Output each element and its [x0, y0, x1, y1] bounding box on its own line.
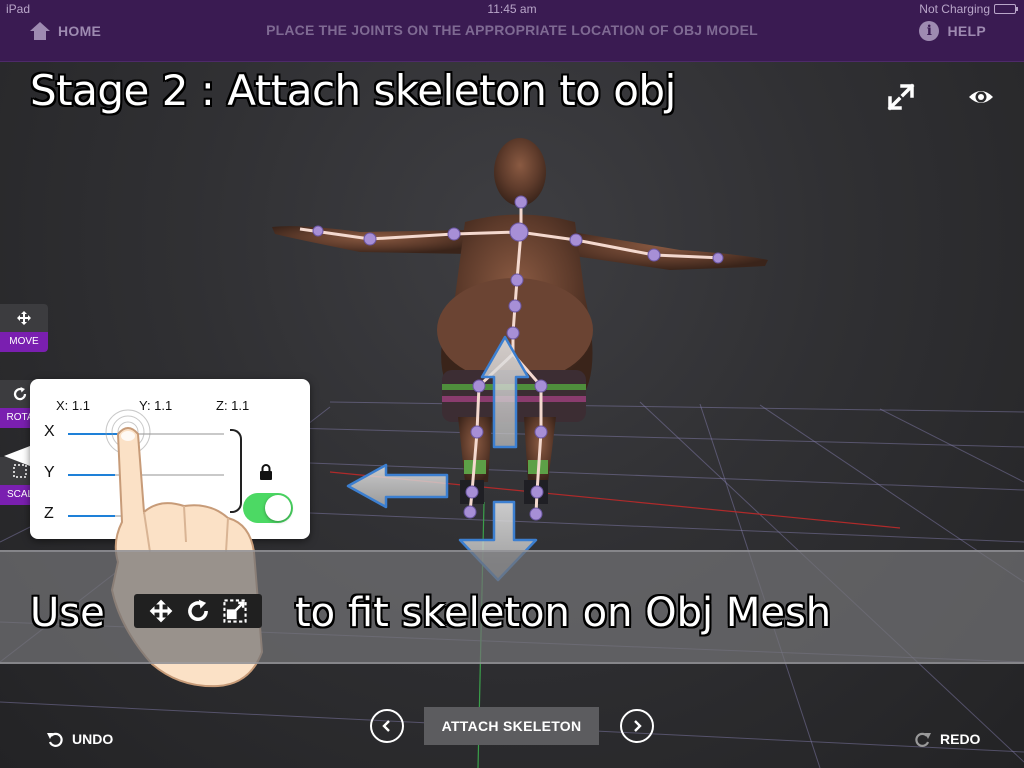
- hint-suffix: to fit skeleton on Obj Mesh: [295, 590, 832, 636]
- home-button[interactable]: HOME: [30, 20, 101, 42]
- battery-status: Not Charging: [919, 2, 1018, 16]
- move-tool[interactable]: MOVE: [0, 304, 48, 352]
- eye-icon[interactable]: [966, 82, 996, 112]
- move-icon: [149, 599, 173, 623]
- expand-icon[interactable]: [886, 82, 916, 112]
- help-button[interactable]: i HELP: [919, 20, 986, 42]
- chevron-right-icon: [634, 720, 642, 732]
- undo-label: UNDO: [72, 731, 114, 747]
- redo-label: REDO: [940, 731, 981, 747]
- z-axis-label: Z: [44, 505, 54, 522]
- previous-button[interactable]: [370, 709, 404, 743]
- undo-button[interactable]: UNDO: [46, 730, 113, 748]
- redo-button[interactable]: REDO: [914, 730, 980, 748]
- attach-skeleton-button[interactable]: ATTACH SKELETON: [424, 707, 599, 745]
- model-viewport[interactable]: Stage 2 : Attach skeleton to obj MOVE RO…: [0, 62, 1024, 768]
- rotate-icon: [188, 599, 208, 621]
- top-bar: iPad 11:45 am Not Charging HOME PLACE TH…: [0, 0, 1024, 62]
- hint-banner: Use to fit skeleton on Obj Mesh: [0, 550, 1024, 664]
- battery-text: Not Charging: [919, 2, 990, 16]
- stage-title: Stage 2 : Attach skeleton to obj: [30, 66, 676, 115]
- x-axis-label: X: [44, 423, 55, 440]
- info-icon: i: [919, 21, 940, 41]
- help-label: HELP: [947, 23, 986, 39]
- clock: 11:45 am: [487, 2, 537, 16]
- scale-icon: [223, 599, 247, 623]
- chevron-left-icon: [382, 720, 390, 732]
- undo-icon: [47, 732, 63, 747]
- hint-prefix: Use: [30, 590, 105, 636]
- move-icon: [0, 304, 48, 332]
- next-button[interactable]: [620, 709, 654, 743]
- y-axis-label: Y: [44, 464, 55, 481]
- home-label: HOME: [58, 23, 102, 39]
- home-icon: [30, 22, 50, 40]
- popup-pointer: [4, 446, 30, 466]
- battery-icon: [994, 4, 1018, 14]
- translate-gizmo: [346, 335, 538, 582]
- obj-model: [272, 138, 768, 504]
- hint-tool-icons: [134, 594, 262, 628]
- instruction-text: PLACE THE JOINTS ON THE APPROPRIATE LOCA…: [266, 22, 758, 38]
- move-tool-label: MOVE: [0, 332, 48, 352]
- redo-icon: [915, 732, 931, 747]
- x-readout: X: 1.1: [56, 398, 90, 413]
